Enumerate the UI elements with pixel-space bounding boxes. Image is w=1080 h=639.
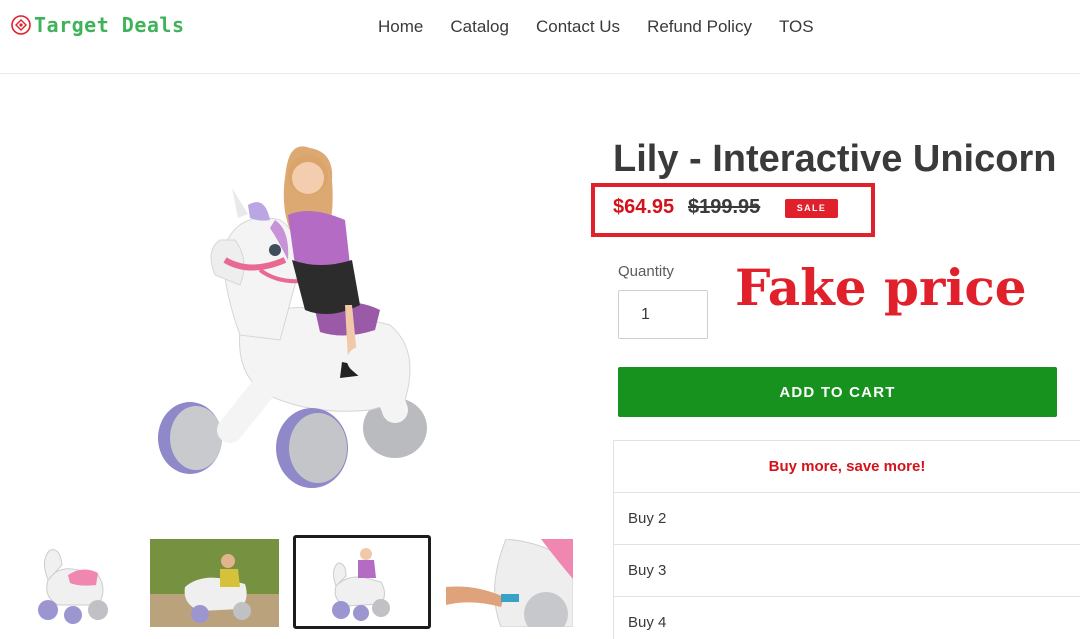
thumbnail-2[interactable] [150, 539, 279, 627]
nav-catalog-link[interactable]: Catalog [450, 17, 509, 37]
bundle-option-buy-2[interactable]: Buy 2 [614, 493, 1080, 545]
quantity-label: Quantity [618, 263, 674, 280]
add-to-cart-button[interactable]: ADD TO CART [618, 367, 1057, 417]
nav-home-link[interactable]: Home [378, 17, 423, 37]
product-main-image[interactable] [120, 110, 580, 520]
logo-text: Target Deals [34, 13, 185, 37]
fake-price-annotation: Fake price [735, 258, 1027, 317]
sale-badge: SALE [785, 199, 838, 218]
main-nav: Home Catalog Contact Us Refund Policy TO… [378, 17, 841, 37]
thumbnail-3-selected[interactable] [293, 535, 431, 629]
sale-price: $64.95 [613, 196, 675, 218]
nav-refund-policy-link[interactable]: Refund Policy [647, 17, 752, 37]
bundle-option-buy-4[interactable]: Buy 4 [614, 597, 1080, 639]
quantity-input[interactable] [618, 290, 708, 339]
site-header: Target Deals Home Catalog Contact Us Ref… [0, 0, 1080, 74]
bundle-offer-table: Buy more, save more! Buy 2 Buy 3 Buy 4 [613, 440, 1080, 639]
nav-tos-link[interactable]: TOS [779, 17, 814, 37]
bundle-heading: Buy more, save more! [614, 441, 1080, 493]
product-title: Lily - Interactive Unicorn [613, 138, 1057, 180]
thumbnail-4[interactable] [446, 539, 573, 627]
thumbnail-1[interactable] [18, 535, 128, 629]
crosshair-logo-icon [11, 15, 31, 35]
nav-contact-link[interactable]: Contact Us [536, 17, 620, 37]
regular-price: $199.95 [688, 196, 761, 218]
bundle-option-buy-3[interactable]: Buy 3 [614, 545, 1080, 597]
logo[interactable]: Target Deals [10, 13, 185, 37]
product-thumbnails [0, 535, 590, 635]
